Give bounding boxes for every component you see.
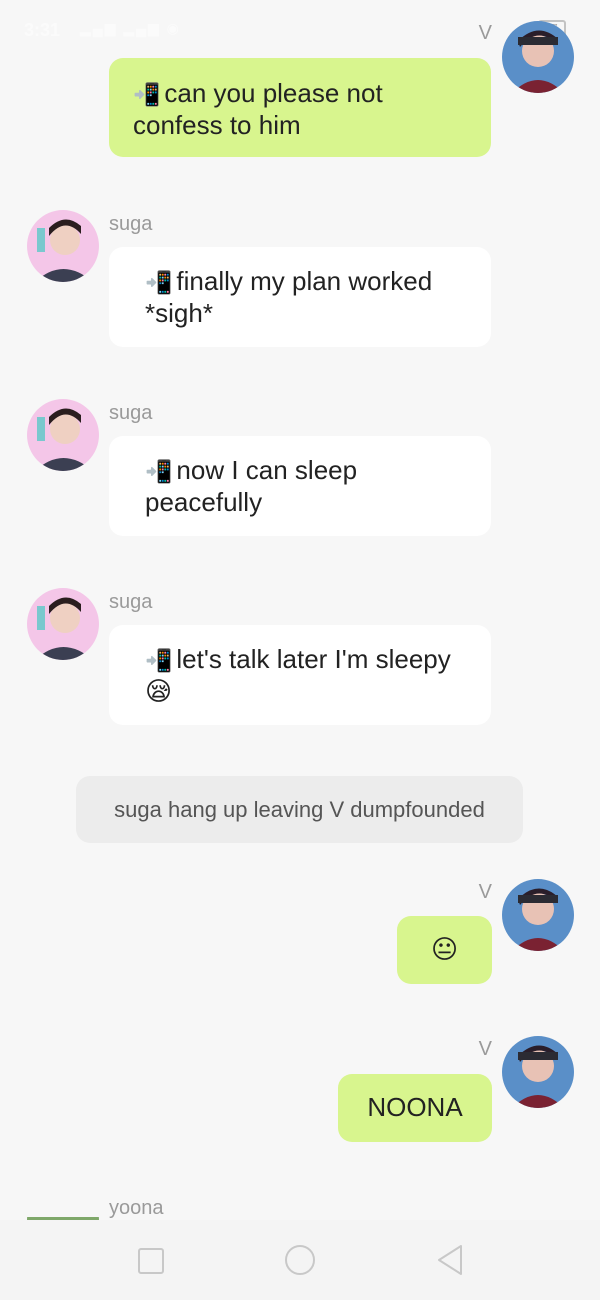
message-text: NOONA <box>367 1092 463 1122</box>
avatar-v[interactable] <box>502 879 574 951</box>
sender-name-v: V <box>478 1038 492 1060</box>
incoming-call-phone-icon: 📲 <box>133 82 161 107</box>
sender-name-v: V <box>478 881 492 903</box>
navigation-bar <box>0 1220 600 1300</box>
avatar-yoona[interactable] <box>27 1194 99 1220</box>
signal-icons: ▂▄▆ ▂▄▆ ◉ <box>80 20 181 36</box>
home-circle-icon[interactable] <box>285 1245 315 1275</box>
sender-name-suga: suga <box>109 591 153 613</box>
sender-name-yoona: yoona <box>109 1197 164 1219</box>
system-notice: suga hang up leaving V dumpfounded <box>76 776 523 843</box>
recent-apps-square-icon[interactable] <box>138 1248 164 1274</box>
avatar-suga[interactable] <box>27 399 99 471</box>
message-text: now I can sleep peacefully <box>145 455 358 517</box>
message-text: can you please not confess to him <box>133 78 383 140</box>
message-text: finally my plan worked *sigh* <box>145 266 433 328</box>
incoming-call-phone-icon: 📲 <box>145 459 173 484</box>
avatar-v[interactable] <box>502 1036 574 1108</box>
message-bubble[interactable]: 📲 now I can sleep peacefully <box>109 436 491 536</box>
message-bubble[interactable]: 📲 can you please not confess to him <box>109 58 491 157</box>
avatar-suga[interactable] <box>27 588 99 660</box>
message-bubble[interactable]: 📲 finally my plan worked *sigh* <box>109 247 491 347</box>
status-time: 3:31 <box>24 20 61 40</box>
avatar-suga[interactable] <box>27 210 99 282</box>
message-text: let's talk later I'm sleepy <box>176 644 451 674</box>
neutral-face-emoji: 😐 <box>430 934 459 964</box>
incoming-call-phone-icon: 📲 <box>145 270 173 295</box>
sender-name-suga: suga <box>109 402 153 424</box>
sender-name-v: V <box>478 22 492 44</box>
back-triangle-icon[interactable] <box>436 1244 464 1276</box>
message-bubble[interactable]: 📲 let's talk later I'm sleepy 😪 <box>109 625 491 725</box>
message-bubble[interactable]: NOONA <box>338 1074 492 1142</box>
avatar-v[interactable] <box>502 21 574 93</box>
sleepy-face-emoji: 😪 <box>145 676 173 706</box>
sender-name-suga: suga <box>109 213 153 235</box>
incoming-call-phone-icon: 📲 <box>145 648 173 673</box>
message-bubble[interactable]: 😐 <box>397 916 492 984</box>
